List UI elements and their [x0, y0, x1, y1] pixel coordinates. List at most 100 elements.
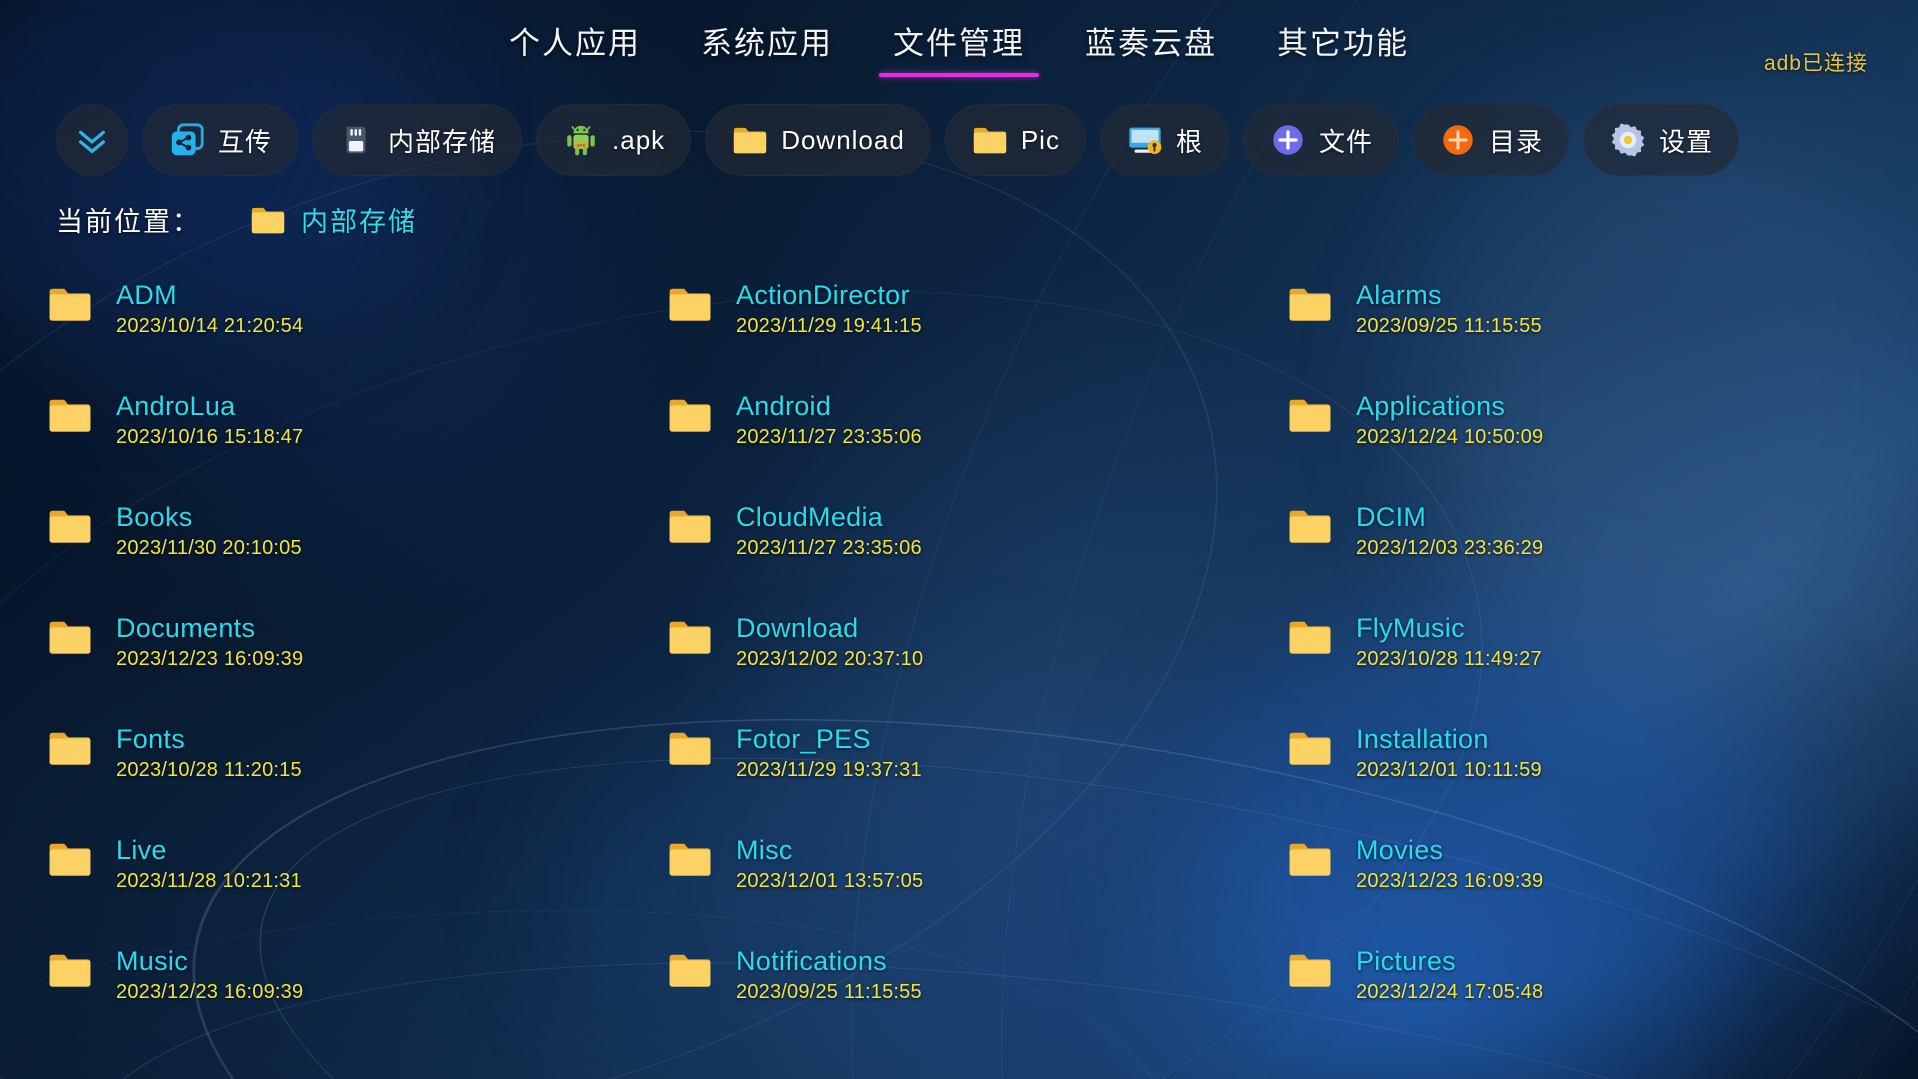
file-item[interactable]: DCIM 2023/12/03 23:36:29: [1286, 498, 1906, 609]
folder-icon: [666, 280, 714, 328]
file-grid: ADM 2023/10/14 21:20:54 ActionDirector 2023…: [46, 276, 1886, 1053]
file-item[interactable]: Notifications 2023/09/25 11:15:55: [666, 942, 1286, 1053]
root-monitor-icon: [1126, 121, 1164, 159]
adb-status-badge: adb已连接: [1763, 52, 1868, 75]
file-name: Alarms: [1356, 280, 1442, 310]
nav-tab-0[interactable]: 个人应用: [479, 12, 671, 77]
file-item[interactable]: Applications 2023/12/24 10:50:09: [1286, 387, 1906, 498]
file-item[interactable]: Android 2023/11/27 23:35:06: [666, 387, 1286, 498]
file-name: Notifications: [736, 946, 887, 976]
file-name: Android: [736, 391, 832, 421]
file-item[interactable]: Misc 2023/12/01 13:57:05: [666, 831, 1286, 942]
folder-icon: [1286, 835, 1334, 883]
file-item[interactable]: ADM 2023/10/14 21:20:54: [46, 276, 666, 387]
toolbar-button-内部存储[interactable]: 内部存储: [312, 104, 523, 176]
gear-icon: [1609, 121, 1647, 159]
folder-icon: [666, 502, 714, 550]
file-item[interactable]: Pictures 2023/12/24 17:05:48: [1286, 942, 1906, 1053]
file-item[interactable]: Books 2023/11/30 20:10:05: [46, 498, 666, 609]
file-item[interactable]: Download 2023/12/02 20:37:10: [666, 609, 1286, 720]
folder-icon: [249, 201, 287, 239]
toolbar-button-.apk[interactable]: APK .apk: [536, 104, 692, 176]
toolbar-button-Download[interactable]: Download: [705, 104, 931, 176]
file-item[interactable]: Movies 2023/12/23 16:09:39: [1286, 831, 1906, 942]
folder-icon: [1286, 502, 1334, 550]
file-name: Documents: [116, 613, 256, 643]
svg-text:APK: APK: [576, 143, 586, 149]
toolbar-button-expand[interactable]: [56, 104, 128, 176]
top-navigation-bar: 个人应用 系统应用 文件管理 蓝奏云盘 其它功能: [0, 0, 1918, 88]
file-name: FlyMusic: [1356, 613, 1465, 643]
file-date: 2023/11/29 19:37:31: [736, 759, 922, 781]
sdcard-icon: [338, 121, 376, 159]
toolbar-button-label: 设置: [1659, 126, 1714, 157]
folder-icon: [1286, 391, 1334, 439]
file-item[interactable]: FlyMusic 2023/10/28 11:49:27: [1286, 609, 1906, 720]
file-item[interactable]: CloudMedia 2023/11/27 23:35:06: [666, 498, 1286, 609]
folder-icon: [971, 121, 1009, 159]
folder-icon: [731, 121, 769, 159]
folder-icon: [46, 280, 94, 328]
toolbar-button-Pic[interactable]: Pic: [944, 104, 1086, 176]
folder-icon: [1286, 946, 1334, 994]
toolbar-button-文件[interactable]: 文件: [1242, 104, 1399, 176]
toolbar-button-根[interactable]: 根: [1099, 104, 1229, 176]
current-location-bar: 当前位置： 内部存储: [56, 200, 417, 239]
toolbar-button-设置[interactable]: 设置: [1583, 104, 1740, 176]
file-date: 2023/10/16 15:18:47: [116, 426, 304, 448]
file-item[interactable]: ActionDirector 2023/11/29 19:41:15: [666, 276, 1286, 387]
file-item[interactable]: Documents 2023/12/23 16:09:39: [46, 609, 666, 720]
file-name: DCIM: [1356, 502, 1427, 532]
file-date: 2023/11/30 20:10:05: [116, 537, 302, 559]
toolbar-button-目录[interactable]: 目录: [1412, 104, 1569, 176]
nav-tab-4[interactable]: 其它功能: [1247, 12, 1439, 77]
file-name: Download: [736, 613, 859, 643]
folder-icon: [1286, 613, 1334, 661]
file-item[interactable]: AndroLua 2023/10/16 15:18:47: [46, 387, 666, 498]
file-date: 2023/12/01 13:57:05: [736, 870, 924, 892]
toolbar-button-label: 目录: [1488, 126, 1543, 157]
file-name: Fotor_PES: [736, 724, 871, 754]
nav-tab-2[interactable]: 文件管理: [863, 12, 1055, 77]
current-location-path[interactable]: 内部存储: [249, 200, 417, 239]
file-name: Installation: [1356, 724, 1489, 754]
folder-icon: [666, 946, 714, 994]
folder-icon: [666, 724, 714, 772]
file-name: Music: [116, 946, 189, 976]
file-name: CloudMedia: [736, 502, 884, 532]
file-date: 2023/11/28 10:21:31: [116, 870, 302, 892]
file-name: AndroLua: [116, 391, 236, 421]
file-name: Live: [116, 835, 167, 865]
file-item[interactable]: Alarms 2023/09/25 11:15:55: [1286, 276, 1906, 387]
file-item[interactable]: Music 2023/12/23 16:09:39: [46, 942, 666, 1053]
folder-icon: [666, 613, 714, 661]
file-name: Movies: [1356, 835, 1444, 865]
nav-tab-3[interactable]: 蓝奏云盘: [1055, 12, 1247, 77]
folder-icon: [46, 613, 94, 661]
file-item[interactable]: Installation 2023/12/01 10:11:59: [1286, 720, 1906, 831]
toolbar-button-label: 文件: [1318, 126, 1373, 157]
nav-tab-1[interactable]: 系统应用: [671, 12, 863, 77]
file-date: 2023/12/03 23:36:29: [1356, 537, 1544, 559]
toolbar-button-label: .apk: [612, 124, 666, 155]
file-name: Books: [116, 502, 193, 532]
file-name: Pictures: [1356, 946, 1456, 976]
toolbar-button-互传[interactable]: 互传: [142, 104, 299, 176]
shortcut-toolbar: 互传 内部存储 APK .apk Download Pic 根 文件 目录 设置: [56, 104, 1740, 176]
file-name: ActionDirector: [736, 280, 910, 310]
file-date: 2023/12/24 17:05:48: [1356, 981, 1544, 1003]
toolbar-button-label: 内部存储: [388, 126, 497, 157]
toolbar-button-label: 根: [1175, 126, 1203, 157]
file-item[interactable]: Live 2023/11/28 10:21:31: [46, 831, 666, 942]
plus-circle-orange-icon: [1439, 121, 1477, 159]
file-item[interactable]: Fonts 2023/10/28 11:20:15: [46, 720, 666, 831]
file-date: 2023/11/27 23:35:06: [736, 426, 922, 448]
file-date: 2023/11/27 23:35:06: [736, 537, 922, 559]
file-date: 2023/09/25 11:15:55: [1356, 315, 1542, 337]
current-location-name: 内部存储: [301, 207, 417, 237]
file-name: Misc: [736, 835, 793, 865]
file-item[interactable]: Fotor_PES 2023/11/29 19:37:31: [666, 720, 1286, 831]
folder-icon: [46, 724, 94, 772]
folder-icon: [666, 391, 714, 439]
toolbar-button-label: 互传: [218, 126, 273, 157]
